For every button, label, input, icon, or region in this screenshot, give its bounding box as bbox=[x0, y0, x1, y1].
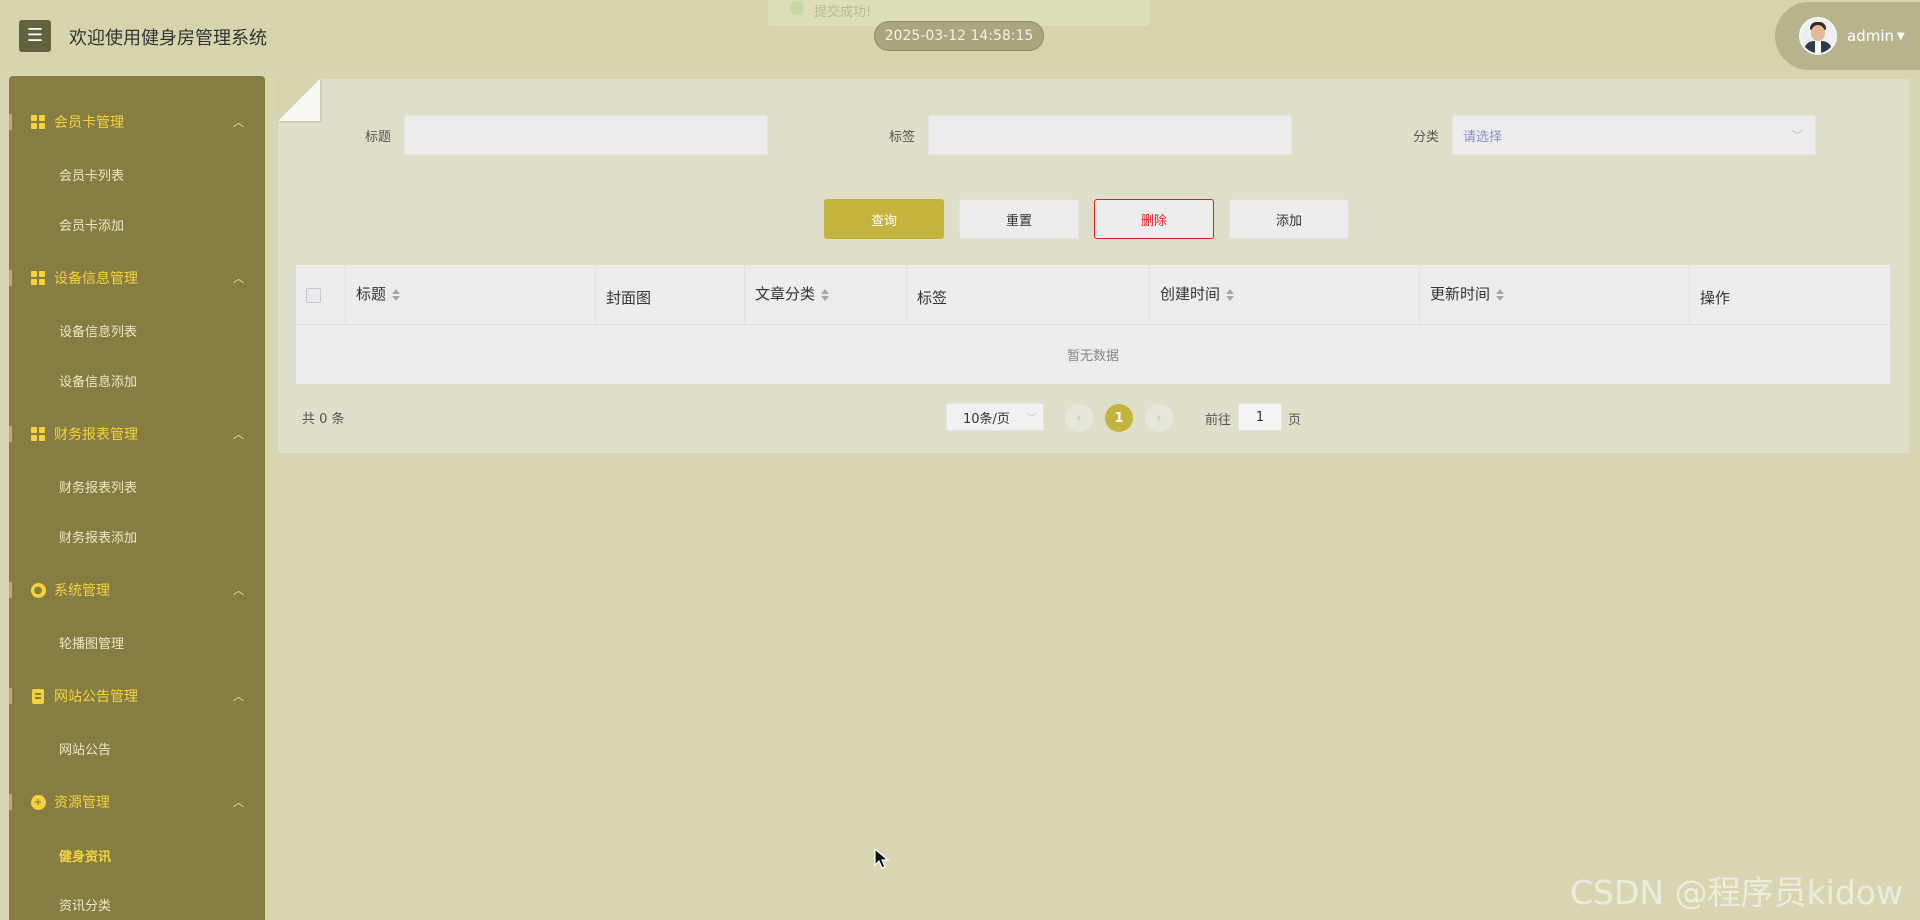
column-category[interactable]: 文章分类 bbox=[745, 265, 907, 325]
sidebar-item-announcement[interactable]: 网站公告 bbox=[59, 739, 111, 758]
sidebar-group-resources[interactable]: + 资源管理 ︿ bbox=[9, 782, 265, 822]
sidebar-item-finance-list[interactable]: 财务报表列表 bbox=[59, 477, 137, 496]
sidebar-group-announcement[interactable]: 网站公告管理 ︿ bbox=[9, 676, 265, 716]
sidebar-group-system[interactable]: ● 系统管理 ︿ bbox=[9, 570, 265, 610]
column-cover: 封面图 bbox=[596, 265, 745, 325]
toast-text: 提交成功! bbox=[814, 5, 872, 20]
column-actions: 操作 bbox=[1700, 289, 1731, 307]
sort-icon[interactable] bbox=[1496, 288, 1505, 301]
sidebar-group-equipment[interactable]: 设备信息管理 ︿ bbox=[9, 258, 265, 298]
goto-page-input[interactable] bbox=[1238, 403, 1282, 431]
sort-icon[interactable] bbox=[1226, 288, 1235, 301]
sidebar-item-news-category[interactable]: 资讯分类 bbox=[59, 895, 111, 914]
sort-icon[interactable] bbox=[821, 288, 830, 301]
sidebar-item-equipment-add[interactable]: 设备信息添加 bbox=[59, 371, 137, 390]
grid-icon bbox=[30, 426, 46, 442]
data-table: 标题 封面图 文章分类 标签 创建时间 更新时间 操作 暂无数据 bbox=[296, 265, 1890, 384]
prev-page-button[interactable]: ‹ bbox=[1065, 404, 1093, 432]
chevron-up-icon: ︿ bbox=[233, 116, 244, 129]
reset-button[interactable]: 重置 bbox=[959, 199, 1079, 239]
grid-icon bbox=[30, 114, 46, 130]
select-all-checkbox[interactable] bbox=[306, 288, 321, 303]
user-menu[interactable]: admin ▼ bbox=[1775, 2, 1920, 70]
sidebar: 会员卡管理 ︿ 会员卡列表 会员卡添加 设备信息管理 ︿ 设备信息列表 设备信息… bbox=[9, 76, 265, 920]
tag-input[interactable] bbox=[928, 115, 1292, 155]
chevron-up-icon: ︿ bbox=[233, 428, 244, 441]
title-label: 标题 bbox=[365, 130, 392, 145]
system-title: 欢迎使用健身房管理系统 bbox=[69, 28, 267, 49]
delete-button[interactable]: 删除 bbox=[1094, 199, 1214, 239]
title-input[interactable] bbox=[404, 115, 768, 155]
grid-icon bbox=[30, 270, 46, 286]
chevron-down-icon: ﹀ bbox=[1026, 414, 1036, 424]
page-size-select[interactable]: 10条/页 ﹀ bbox=[946, 403, 1044, 431]
goto-prefix: 前往 bbox=[1205, 413, 1232, 428]
pagination-total: 共 0 条 bbox=[302, 412, 345, 427]
watermark: CSDN @程序员kidow bbox=[1570, 873, 1903, 912]
column-created-at[interactable]: 创建时间 bbox=[1150, 265, 1420, 325]
sidebar-group-label: 系统管理 bbox=[54, 583, 110, 599]
gear-icon: ● bbox=[30, 582, 46, 598]
tag-label: 标签 bbox=[889, 130, 916, 145]
chevron-down-icon[interactable]: ▼ bbox=[1897, 31, 1905, 42]
add-button[interactable]: 添加 bbox=[1229, 199, 1349, 239]
sidebar-item-card-add[interactable]: 会员卡添加 bbox=[59, 215, 124, 234]
document-icon bbox=[30, 688, 46, 704]
select-all-cell bbox=[296, 265, 346, 325]
sidebar-item-carousel[interactable]: 轮播图管理 bbox=[59, 633, 124, 652]
sort-icon[interactable] bbox=[392, 288, 401, 301]
sidebar-group-label: 财务报表管理 bbox=[54, 427, 138, 443]
sidebar-group-label: 设备信息管理 bbox=[54, 271, 138, 287]
top-header: ☰ 欢迎使用健身房管理系统 提交成功! 2025-03-12 14:58:15 … bbox=[0, 0, 1920, 72]
chevron-up-icon: ︿ bbox=[233, 584, 244, 597]
hamburger-icon[interactable]: ☰ bbox=[19, 20, 51, 52]
sidebar-item-card-list[interactable]: 会员卡列表 bbox=[59, 165, 124, 184]
table-header: 标题 封面图 文章分类 标签 创建时间 更新时间 操作 bbox=[296, 265, 1890, 325]
success-icon bbox=[790, 1, 804, 15]
page-number-current[interactable]: 1 bbox=[1105, 404, 1133, 432]
sidebar-item-finance-add[interactable]: 财务报表添加 bbox=[59, 527, 137, 546]
main-content: 标题 标签 分类 请选择 ﹀ 查询 重置 删除 添加 标题 封面图 文章分类 标… bbox=[278, 79, 1909, 453]
sidebar-group-membership-card[interactable]: 会员卡管理 ︿ bbox=[9, 102, 265, 142]
column-title[interactable]: 标题 bbox=[346, 265, 596, 325]
goto-suffix: 页 bbox=[1288, 413, 1302, 428]
chevron-up-icon: ︿ bbox=[233, 796, 244, 809]
category-placeholder: 请选择 bbox=[1463, 129, 1503, 145]
sidebar-group-finance[interactable]: 财务报表管理 ︿ bbox=[9, 414, 265, 454]
empty-placeholder: 暂无数据 bbox=[1066, 349, 1119, 364]
mouse-cursor-icon bbox=[874, 848, 890, 869]
sidebar-item-equipment-list[interactable]: 设备信息列表 bbox=[59, 321, 137, 340]
query-button[interactable]: 查询 bbox=[824, 199, 944, 239]
chevron-down-icon: ﹀ bbox=[1792, 129, 1803, 142]
sidebar-group-label: 会员卡管理 bbox=[54, 115, 124, 131]
next-page-button[interactable]: › bbox=[1145, 404, 1173, 432]
avatar[interactable] bbox=[1799, 17, 1837, 55]
sidebar-group-label: 资源管理 bbox=[54, 795, 110, 811]
page-size-value: 10条/页 bbox=[963, 411, 1010, 427]
chevron-up-icon: ︿ bbox=[233, 690, 244, 703]
page-fold-corner bbox=[278, 79, 320, 121]
sidebar-item-fitness-news[interactable]: 健身资讯 bbox=[59, 846, 111, 865]
category-select[interactable]: 请选择 ﹀ bbox=[1452, 115, 1816, 155]
sidebar-group-label: 网站公告管理 bbox=[54, 689, 138, 705]
user-name[interactable]: admin bbox=[1847, 27, 1894, 45]
category-label: 分类 bbox=[1413, 130, 1440, 145]
chevron-up-icon: ︿ bbox=[233, 272, 244, 285]
column-updated-at[interactable]: 更新时间 bbox=[1420, 265, 1690, 325]
plus-circle-icon: + bbox=[30, 794, 46, 810]
column-tags: 标签 bbox=[907, 265, 1150, 325]
current-datetime: 2025-03-12 14:58:15 bbox=[874, 21, 1044, 51]
